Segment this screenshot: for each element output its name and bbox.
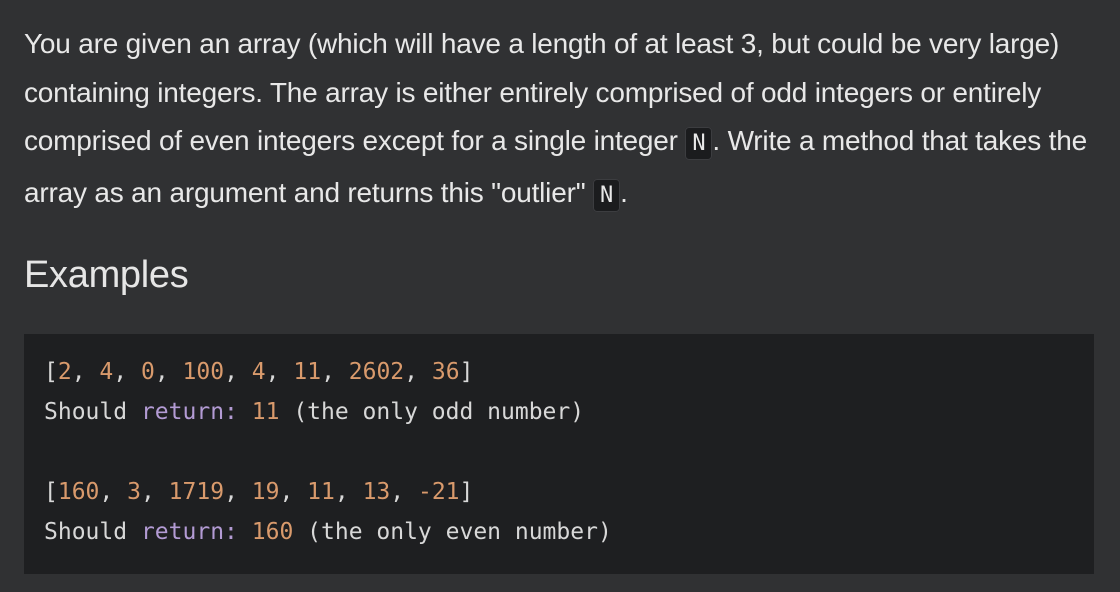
array-value: 36 xyxy=(431,359,460,385)
return-keyword: return: xyxy=(140,519,238,545)
description-text-3: . xyxy=(620,176,628,208)
array-value: 3 xyxy=(127,479,141,505)
description-paragraph: You are given an array (which will have … xyxy=(24,20,1099,220)
result-comment: (the only even number) xyxy=(307,519,612,545)
array-value: 19 xyxy=(251,479,280,505)
inline-code-n: N xyxy=(593,178,621,212)
array-value: 160 xyxy=(57,479,100,505)
array-value: -21 xyxy=(417,479,460,505)
code-example-block: [2, 4, 0, 100, 4, 11, 2602, 36] Should re… xyxy=(24,334,1094,574)
array-value: 11 xyxy=(307,479,335,505)
should-text: Should xyxy=(44,519,128,545)
return-keyword: return: xyxy=(140,399,238,425)
array-value: 4 xyxy=(99,359,114,385)
array-value: 4 xyxy=(251,359,266,385)
result-value: 160 xyxy=(251,519,294,545)
problem-description: You are given an array (which will have … xyxy=(24,20,1099,220)
inline-code-n: N xyxy=(685,127,713,160)
close-bracket: ] xyxy=(459,479,474,505)
result-value: 11 xyxy=(251,399,280,425)
array-value: 0 xyxy=(140,359,155,385)
close-bracket: ] xyxy=(459,359,474,385)
example-1-result: Should return: 11 (the only odd number) xyxy=(44,392,1094,432)
example-2-array: [160, 3, 1719, 19, 11, 13, -21] xyxy=(44,479,474,505)
result-comment: (the only odd number) xyxy=(293,399,585,425)
array-value: 11 xyxy=(293,359,322,385)
open-bracket: [ xyxy=(44,479,58,505)
example-2-result: Should return: 160 (the only even number… xyxy=(44,512,1094,552)
array-value: 13 xyxy=(362,479,391,505)
array-value: 2602 xyxy=(348,359,405,385)
array-value: 2 xyxy=(57,359,72,385)
array-value: 1719 xyxy=(168,479,225,505)
examples-heading: Examples xyxy=(24,254,189,296)
open-bracket: [ xyxy=(44,359,58,385)
should-text: Should xyxy=(44,399,128,425)
example-1-array: [2, 4, 0, 100, 4, 11, 2602, 36] xyxy=(44,359,474,385)
array-value: 100 xyxy=(182,359,225,385)
